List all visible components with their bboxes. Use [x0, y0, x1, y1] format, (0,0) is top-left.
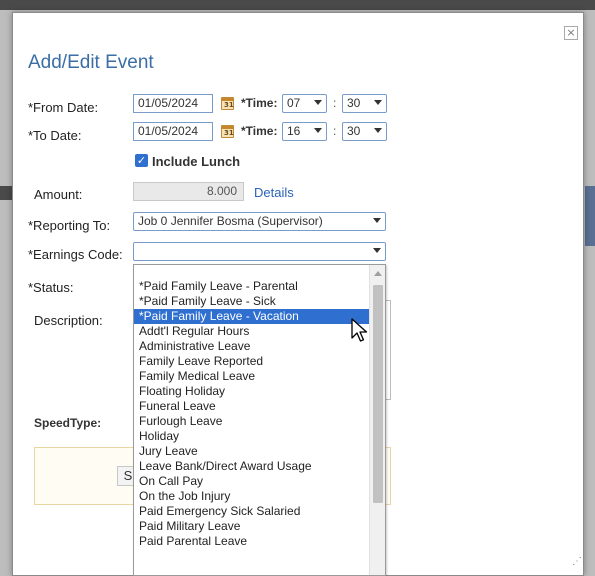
dropdown-option[interactable]: *Paid Family Leave - Vacation — [134, 309, 370, 324]
dropdown-scrollbar[interactable] — [369, 265, 385, 575]
resize-grip-icon[interactable]: ⋰ — [572, 556, 582, 567]
dropdown-option[interactable]: Paid Military Leave — [134, 519, 370, 534]
scrollbar-thumb[interactable] — [373, 285, 383, 503]
earnings-code-label: *Earnings Code: — [28, 247, 123, 262]
background-panel — [585, 186, 595, 246]
dropdown-option[interactable]: Administrative Leave — [134, 339, 370, 354]
calendar-icon[interactable]: 31 — [221, 125, 234, 138]
close-button[interactable]: × — [564, 26, 578, 40]
mouse-pointer-icon — [351, 318, 368, 342]
from-date-input[interactable]: 01/05/2024 — [133, 94, 213, 113]
to-time-label: *Time: — [241, 124, 278, 138]
dropdown-option[interactable]: Family Leave Reported — [134, 354, 370, 369]
scroll-up-icon[interactable] — [374, 271, 382, 276]
dialog-title: Add/Edit Event — [28, 52, 154, 73]
dropdown-option[interactable]: On the Job Injury — [134, 489, 370, 504]
background-band — [0, 186, 12, 200]
speedtype-label: SpeedType: — [34, 416, 102, 430]
dropdown-option[interactable]: Holiday — [134, 429, 370, 444]
dropdown-option[interactable]: *Paid Family Leave - Parental — [134, 279, 370, 294]
to-minute-select[interactable]: 30 — [342, 122, 387, 141]
dropdown-option[interactable]: On Call Pay — [134, 474, 370, 489]
time-separator: : — [333, 124, 337, 138]
amount-label: Amount: — [34, 187, 83, 202]
include-lunch-label: Include Lunch — [152, 154, 241, 169]
to-date-label: *To Date: — [28, 128, 82, 143]
dropdown-options: *Paid Family Leave - Parental *Paid Famil… — [134, 279, 370, 549]
to-date-input[interactable]: 01/05/2024 — [133, 122, 213, 141]
amount-field: 8.000 — [133, 182, 244, 201]
dropdown-option[interactable]: Funeral Leave — [134, 399, 370, 414]
to-hour-select[interactable]: 16 — [282, 122, 327, 141]
from-time-label: *Time: — [241, 96, 278, 110]
reporting-to-select[interactable]: Job 0 Jennifer Bosma (Supervisor) — [133, 212, 386, 231]
calendar-icon[interactable]: 31 — [221, 97, 234, 110]
dropdown-option[interactable]: Furlough Leave — [134, 414, 370, 429]
dropdown-option[interactable]: Paid Parental Leave — [134, 534, 370, 549]
dropdown-option[interactable]: Paid Emergency Sick Salaried — [134, 504, 370, 519]
earnings-code-select[interactable] — [133, 242, 386, 261]
reporting-to-label: *Reporting To: — [28, 218, 111, 233]
include-lunch-checkbox[interactable]: ✓ — [135, 154, 148, 167]
status-label: *Status: — [28, 280, 74, 295]
from-date-label: *From Date: — [28, 100, 99, 115]
dropdown-option[interactable]: Addt'l Regular Hours — [134, 324, 370, 339]
background-header — [0, 0, 595, 10]
earnings-code-dropdown[interactable]: *Paid Family Leave - Parental *Paid Famil… — [133, 264, 386, 576]
dropdown-option[interactable]: Floating Holiday — [134, 384, 370, 399]
details-link[interactable]: Details — [254, 185, 294, 200]
dropdown-option[interactable]: Leave Bank/Direct Award Usage — [134, 459, 370, 474]
description-label: Description: — [34, 313, 103, 328]
dropdown-option[interactable]: *Paid Family Leave - Sick — [134, 294, 370, 309]
from-minute-select[interactable]: 30 — [342, 94, 387, 113]
from-hour-select[interactable]: 07 — [282, 94, 327, 113]
dropdown-option[interactable]: Family Medical Leave — [134, 369, 370, 384]
time-separator: : — [333, 96, 337, 110]
dropdown-option[interactable]: Jury Leave — [134, 444, 370, 459]
